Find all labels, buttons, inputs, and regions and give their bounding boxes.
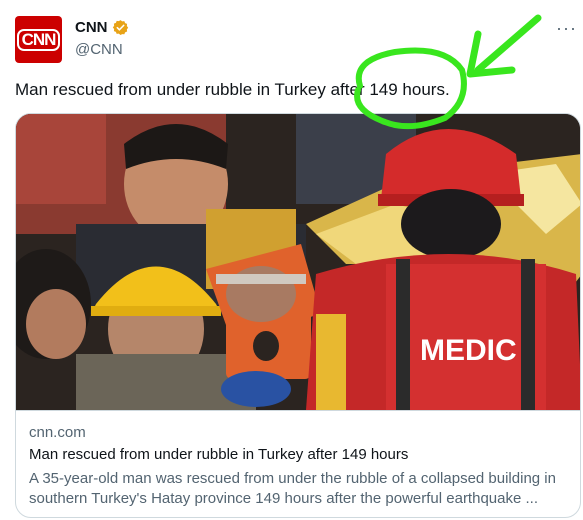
medic-vest-text: MEDIC — [420, 334, 517, 367]
verified-badge-icon — [112, 20, 128, 35]
link-card[interactable]: MEDIC cnn.com Man rescued from under rub… — [15, 113, 581, 518]
more-horizontal-icon[interactable]: ··· — [556, 18, 577, 39]
rescue-photo: MEDIC — [16, 114, 580, 410]
card-image[interactable]: MEDIC — [16, 114, 580, 410]
tweet[interactable]: CNN CNN @CNN ··· Man rescued from under … — [0, 0, 583, 520]
card-description: A 35-year-old man was rescued from under… — [29, 470, 556, 507]
card-domain: cnn.com — [29, 424, 86, 441]
author-name-row: CNN — [75, 19, 129, 36]
annotation-arrow-head — [466, 30, 516, 78]
avatar-logo-text: CNN — [16, 28, 61, 51]
avatar[interactable]: CNN — [15, 16, 62, 63]
annotation-arrow-line — [474, 14, 542, 74]
tweet-text: Man rescued from under rubble in Turkey … — [15, 80, 450, 99]
card-title[interactable]: Man rescued from under rubble in Turkey … — [29, 446, 408, 463]
author-handle[interactable]: @CNN — [75, 41, 123, 58]
card-info[interactable]: cnn.com Man rescued from under rubble in… — [16, 410, 580, 517]
author-display-name[interactable]: CNN — [75, 19, 108, 36]
